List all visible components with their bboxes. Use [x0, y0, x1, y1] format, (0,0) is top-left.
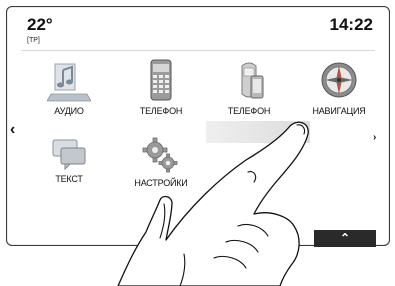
- app-phone-projection[interactable]: ТЕЛЕФОН: [206, 58, 292, 116]
- selection-highlight: [206, 121, 310, 143]
- next-page-arrow[interactable]: ›: [373, 133, 376, 143]
- app-label-navigation: НАВИГАЦИЯ: [312, 106, 366, 116]
- phone-icon: [150, 59, 172, 101]
- infotainment-screen: 22° [ТР] 14:22: [6, 6, 390, 246]
- text-icon: [52, 139, 86, 171]
- app-label-phone: ТЕЛЕФОН: [139, 106, 183, 116]
- settings-icon: [142, 137, 178, 173]
- audio-icon: [47, 63, 91, 102]
- app-label-phone-projection: ТЕЛЕФОН: [227, 106, 271, 116]
- temperature-readout[interactable]: 22°: [27, 15, 53, 35]
- app-phone[interactable]: ТЕЛЕФОН: [118, 58, 204, 116]
- app-label-text: ТЕКСТ: [55, 174, 83, 184]
- temperature-mode: [ТР]: [27, 37, 40, 44]
- header-divider: [21, 50, 375, 51]
- app-label-settings: НАСТРОЙКИ: [134, 178, 188, 188]
- app-navigation[interactable]: НАВИГАЦИЯ: [296, 58, 382, 116]
- chevron-up-icon: ⌃: [339, 231, 351, 245]
- phone-projection-icon: [241, 62, 264, 99]
- clock: 14:22: [329, 15, 373, 34]
- app-text[interactable]: ТЕКСТ: [26, 136, 112, 184]
- app-audio[interactable]: АУДИО: [26, 58, 112, 116]
- previous-page-arrow[interactable]: ‹: [10, 122, 15, 138]
- expand-up-button[interactable]: ⌃: [314, 230, 376, 247]
- app-settings[interactable]: НАСТРОЙКИ: [118, 136, 204, 188]
- app-label-audio: АУДИО: [54, 106, 84, 116]
- navigation-icon: [321, 62, 357, 98]
